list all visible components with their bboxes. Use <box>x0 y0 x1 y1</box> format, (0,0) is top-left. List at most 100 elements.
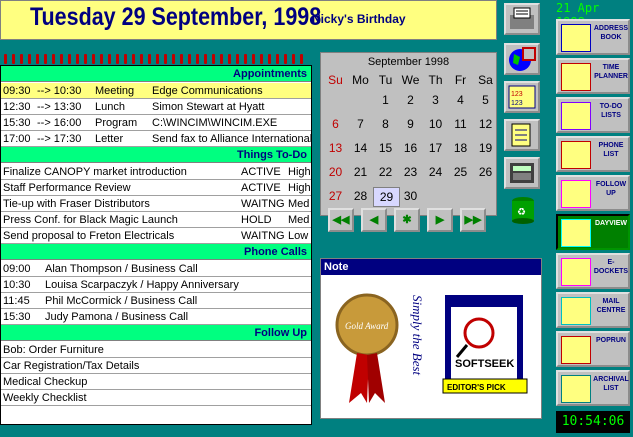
calendar-day[interactable]: 21 <box>348 163 373 181</box>
followup-row[interactable]: Bob: Order Furniture <box>1 342 311 358</box>
followup-item: Bob: Order Furniture <box>3 344 104 356</box>
calendar-day[interactable]: 4 <box>448 91 473 109</box>
appointment-row[interactable]: 12:30 --> 13:30 Lunch Simon Stewart at Hyat… <box>1 99 311 115</box>
sidebar-button-e-dockets[interactable]: E-DOCKETS <box>556 253 630 289</box>
appointment-type: Letter <box>95 133 124 145</box>
weekday-label: Mo <box>352 73 369 87</box>
calls-section-header: Phone Calls <box>1 244 311 260</box>
calendar-day[interactable]: 11 <box>448 115 473 133</box>
appointment-row[interactable]: 15:30 --> 16:00 Program C:\WINCIM\WINCIM.EX… <box>1 115 311 131</box>
calendar-day[interactable]: 16 <box>398 139 423 157</box>
spiral-ring <box>4 54 7 64</box>
appointment-type: Lunch <box>95 101 125 113</box>
calendar-day[interactable]: 7 <box>348 115 373 133</box>
calculator-grid-icon[interactable]: 123 123 <box>504 81 540 113</box>
next-button[interactable]: ▶ <box>427 208 453 232</box>
calendar-day[interactable]: 14 <box>348 139 373 157</box>
sidebar-button-mail-centre[interactable]: MAIL CENTRE <box>556 292 630 328</box>
sidebar-button-address-book[interactable]: ADDRESS BOOK <box>556 19 630 55</box>
followup-row[interactable]: Medical Checkup <box>1 374 311 390</box>
calendar-day[interactable]: 6 <box>323 115 348 133</box>
calendar-day[interactable]: 28 <box>348 187 373 205</box>
spiral-ring <box>220 54 223 64</box>
spiral-ring <box>108 54 111 64</box>
call-row[interactable]: 09:00 Alan Thompson / Business Call <box>1 261 311 277</box>
world-clock-icon[interactable] <box>504 43 540 75</box>
calendar-day[interactable]: 13 <box>323 139 348 157</box>
todo-row[interactable]: Tie-up with Fraser Distributors WAITNG Med <box>1 196 311 212</box>
sidebar-button-to-do-lists[interactable]: TO-DO LISTS <box>556 97 630 133</box>
calendar-day[interactable]: 25 <box>448 163 473 181</box>
spiral-ring <box>268 54 271 64</box>
appointment-end: --> 17:30 <box>37 133 82 145</box>
day-planner: Appointments 09:30 --> 10:30 Meeting Edge Co… <box>0 65 312 425</box>
todo-row[interactable]: Staff Performance Review ACTIVE High <box>1 180 311 196</box>
calendar-day[interactable]: 9 <box>398 115 423 133</box>
module-icon <box>561 258 591 286</box>
spiral-ring <box>196 54 199 64</box>
spiral-ring <box>28 54 31 64</box>
spiral-ring <box>76 54 79 64</box>
module-icon <box>561 297 591 325</box>
spiral-ring <box>60 54 63 64</box>
appointment-type: Program <box>95 117 138 129</box>
appointment-row[interactable]: 09:30 --> 10:30 Meeting Edge Communications <box>1 83 311 99</box>
calendar-title: September 1998 <box>367 56 450 68</box>
sidebar-button-time-planner[interactable]: TIME PLANNER <box>556 58 630 94</box>
todo-row[interactable]: Send proposal to Freton Electricals WAITN… <box>1 228 311 244</box>
sidebar-button-dayview[interactable]: DAYVIEW <box>556 214 630 250</box>
calendar-day[interactable]: 17 <box>423 139 448 157</box>
calendar-day[interactable]: 24 <box>423 163 448 181</box>
calendar-day[interactable]: 22 <box>373 163 398 181</box>
note-title: Note <box>321 259 541 275</box>
sidebar-button-label: FOLLOW UP <box>595 181 627 197</box>
calendar-day[interactable]: 30 <box>398 187 423 205</box>
calendar-day[interactable]: 15 <box>373 139 398 157</box>
fast-rewind-button[interactable]: ◀◀ <box>328 208 354 232</box>
svg-text:Gold Award: Gold Award <box>345 321 389 331</box>
fast-forward-button[interactable]: ▶▶ <box>460 208 486 232</box>
calendar-day[interactable]: 27 <box>323 187 348 205</box>
calendar-day[interactable]: 10 <box>423 115 448 133</box>
todo-row[interactable]: Finalize CANOPY market introduction ACTIV… <box>1 164 311 180</box>
sidebar-button-archival-list[interactable]: ARCHIVAL LIST <box>556 370 630 406</box>
followup-row[interactable]: Weekly Checklist <box>1 390 311 406</box>
weekday-label: Tu <box>378 73 393 87</box>
calendar-day[interactable]: 12 <box>473 115 498 133</box>
recycle-bin-icon[interactable]: ♻ <box>508 195 538 225</box>
calendar-day[interactable]: 23 <box>398 163 423 181</box>
todo-task: Finalize CANOPY market introduction <box>3 166 187 178</box>
call-row[interactable]: 10:30 Louisa Scarpaczyk / Happy Anniversa… <box>1 277 311 293</box>
calendar-day[interactable]: 5 <box>473 91 498 109</box>
calendar-day[interactable]: 2 <box>398 91 423 109</box>
appointment-row[interactable]: 17:00 --> 17:30 Letter Send fax to Alliance… <box>1 131 311 147</box>
appointment-type: Meeting <box>95 85 135 97</box>
call-row[interactable]: 11:45 Phil McCormick / Business Call <box>1 293 311 309</box>
todo-status: ACTIVE <box>241 166 281 178</box>
fax-icon[interactable] <box>504 3 540 35</box>
sidebar-button-follow-up[interactable]: FOLLOW UP <box>556 175 630 211</box>
appointment-end: --> 13:30 <box>37 101 82 113</box>
calendar-day[interactable]: 3 <box>423 91 448 109</box>
spiral-ring <box>252 54 255 64</box>
followup-row[interactable]: Car Registration/Tax Details <box>1 358 311 374</box>
call-row[interactable]: 15:30 Judy Pamona / Business Call <box>1 309 311 325</box>
calendar-day[interactable]: 8 <box>373 115 398 133</box>
calendar-day[interactable]: 1 <box>373 91 398 109</box>
previous-button[interactable]: ◀ <box>361 208 387 232</box>
sidebar-button-phone-list[interactable]: PHONE LIST <box>556 136 630 172</box>
calendar-day[interactable]: 20 <box>323 163 348 181</box>
todo-task: Tie-up with Fraser Distributors <box>3 198 150 210</box>
notepad-icon[interactable] <box>504 119 540 151</box>
event-label: Nicky's Birthday <box>312 12 406 26</box>
calendar-day[interactable]: 19 <box>473 139 498 157</box>
calendar-day[interactable]: 29 <box>373 187 400 207</box>
calendar-day[interactable]: 26 <box>473 163 498 181</box>
todo-row[interactable]: Press Conf. for Black Magic Launch HOLD Me… <box>1 212 311 228</box>
todo-status: WAITNG <box>241 230 285 242</box>
today-button[interactable]: ✱ <box>394 208 420 232</box>
sidebar-button-poprun[interactable]: POPRUN <box>556 331 630 367</box>
appointment-desc: C:\WINCIM\WINCIM.EXE <box>152 117 278 129</box>
calculator-icon[interactable] <box>504 157 540 189</box>
calendar-day[interactable]: 18 <box>448 139 473 157</box>
